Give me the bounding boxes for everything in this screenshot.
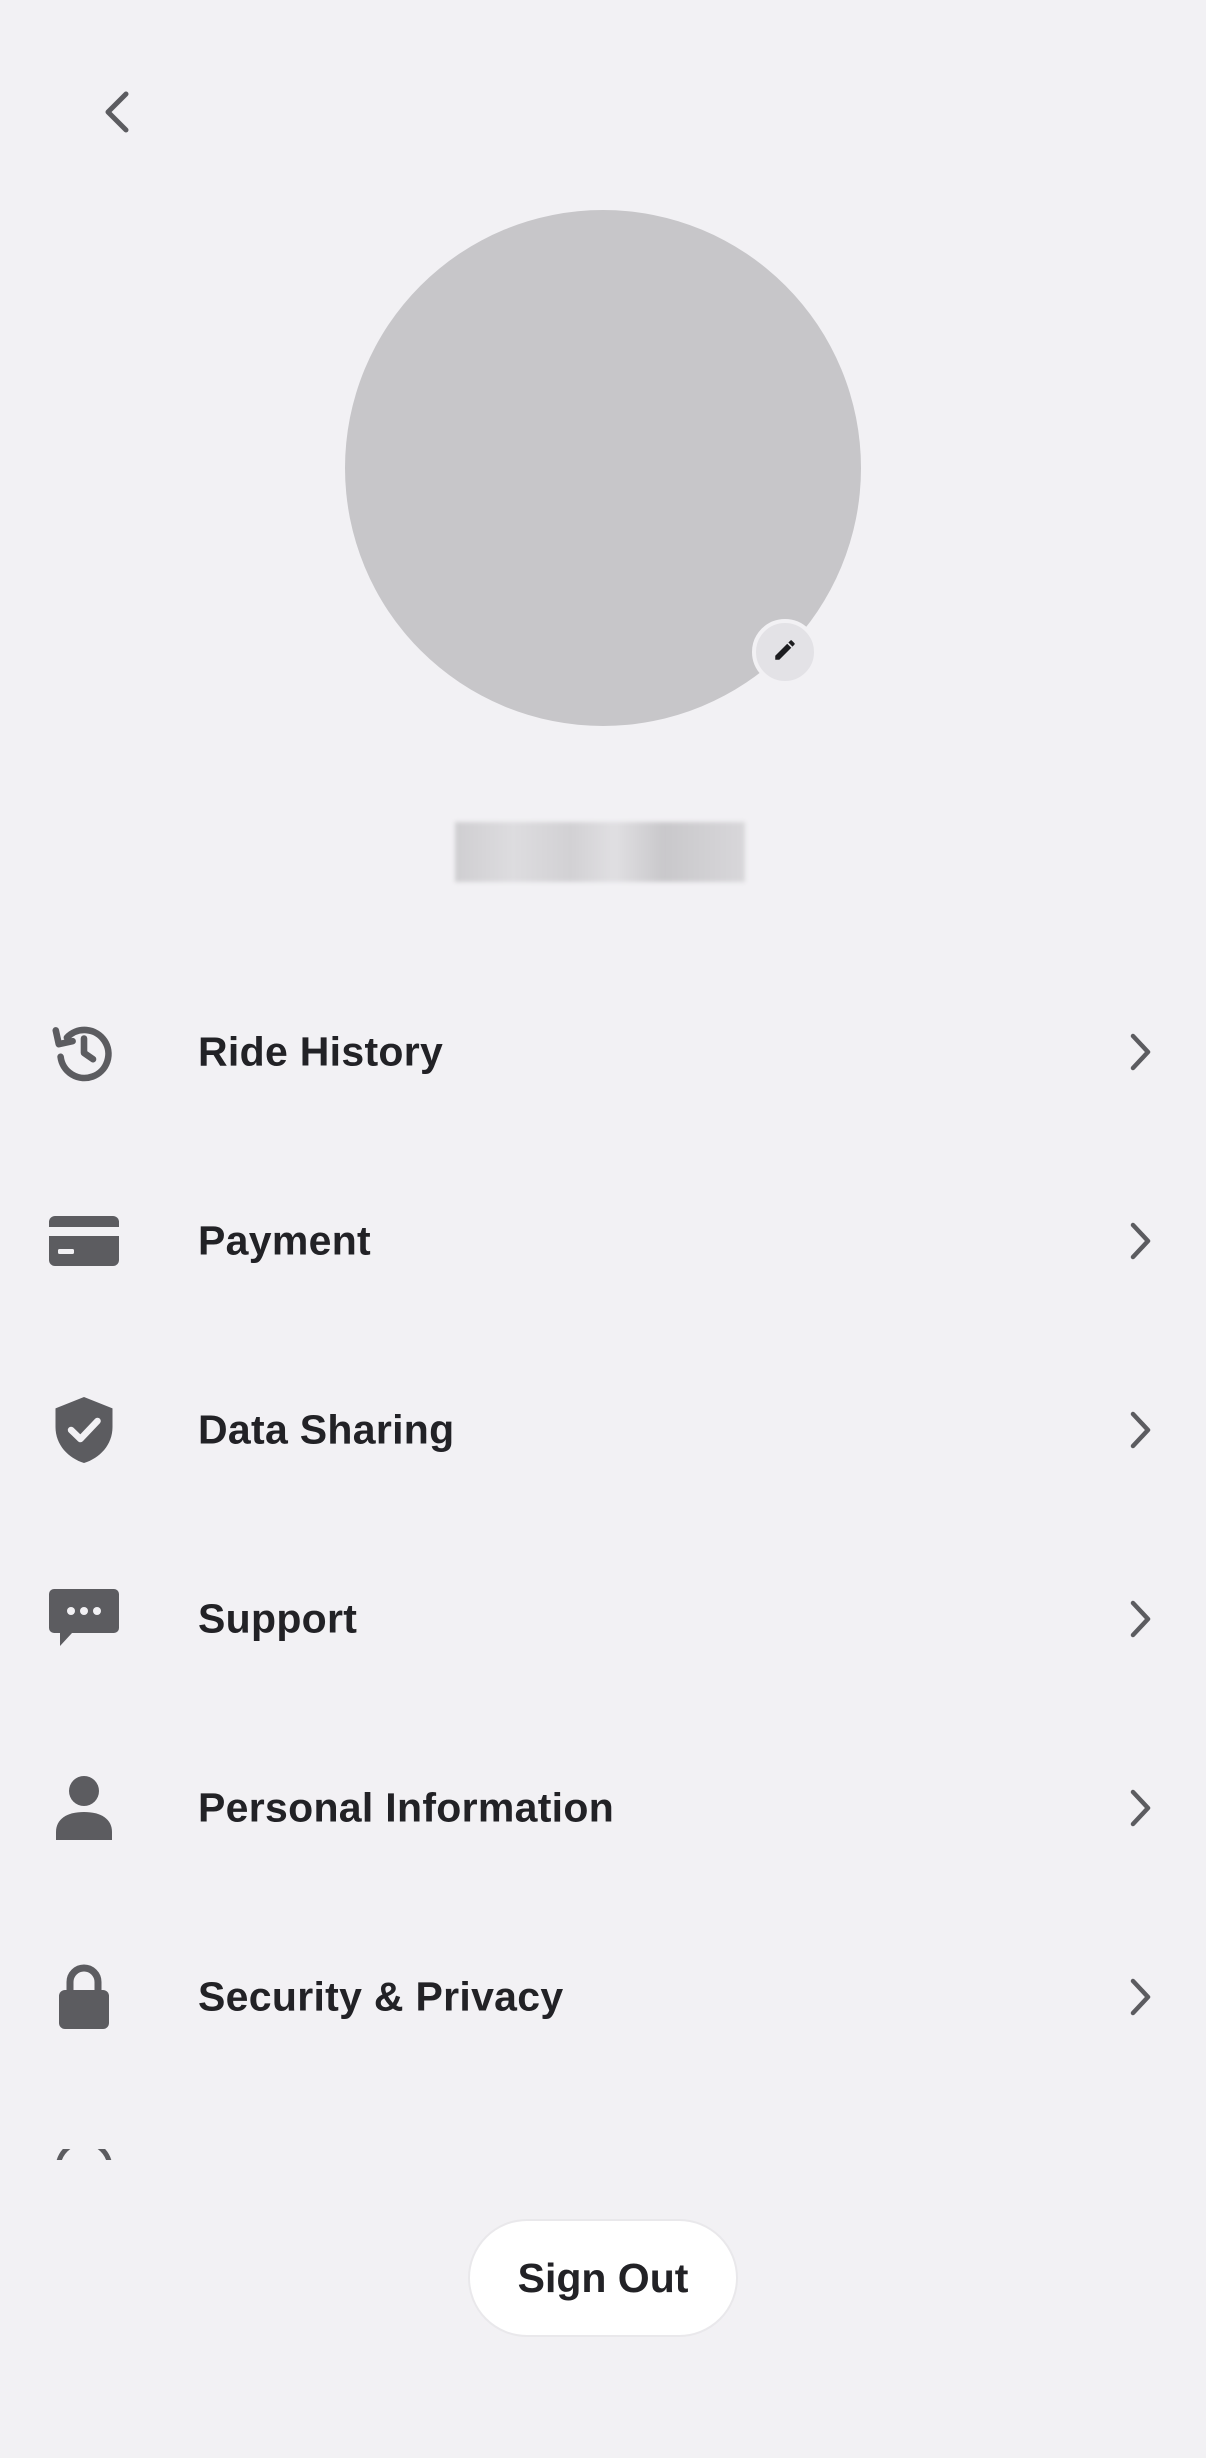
back-button[interactable] <box>82 76 150 152</box>
chat-bubble-icon <box>46 1581 122 1657</box>
lock-icon <box>46 1959 122 2035</box>
pencil-icon <box>772 637 798 668</box>
menu-item-label: Personal Information <box>198 1784 615 1830</box>
menu-item-data-sharing[interactable]: Data Sharing <box>0 1335 1206 1524</box>
user-name <box>455 822 745 882</box>
sign-out-button[interactable]: Sign Out <box>468 2219 738 2337</box>
menu-item-personal-information[interactable]: Personal Information <box>0 1713 1206 1902</box>
menu-item-payment[interactable]: Payment <box>0 1146 1206 1335</box>
chevron-right-icon <box>1122 1786 1158 1830</box>
chevron-right-icon <box>1122 1408 1158 1452</box>
menu-item-label: Payment <box>198 1217 372 1263</box>
partial-menu-icon <box>56 2148 112 2160</box>
chevron-right-icon <box>1122 1597 1158 1641</box>
profile-menu: Ride History Payment Data Sharing Suppor… <box>0 957 1206 2091</box>
credit-card-icon <box>46 1203 122 1279</box>
menu-item-label: Support <box>198 1595 358 1641</box>
menu-item-security-privacy[interactable]: Security & Privacy <box>0 1902 1206 2091</box>
edit-avatar-button[interactable] <box>752 619 818 685</box>
shield-check-icon <box>46 1392 122 1468</box>
menu-item-label: Ride History <box>198 1028 444 1074</box>
chevron-right-icon <box>1122 1219 1158 1263</box>
menu-item-support[interactable]: Support <box>0 1524 1206 1713</box>
chevron-left-icon <box>99 89 133 140</box>
chevron-right-icon <box>1122 1030 1158 1074</box>
menu-item-label: Security & Privacy <box>198 1973 564 2019</box>
person-icon <box>46 1770 122 1846</box>
history-icon <box>46 1014 122 1090</box>
menu-item-ride-history[interactable]: Ride History <box>0 957 1206 1146</box>
chevron-right-icon <box>1122 1975 1158 2019</box>
menu-item-label: Data Sharing <box>198 1406 455 1452</box>
